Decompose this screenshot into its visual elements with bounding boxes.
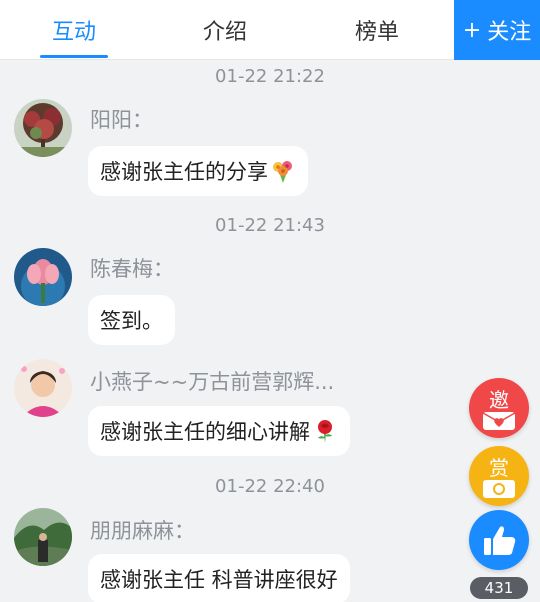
like-count-badge: 431 — [470, 577, 528, 599]
sender-nickname: 朋朋麻麻： — [90, 519, 195, 543]
like-button[interactable] — [469, 510, 529, 570]
message-timestamp: 01-22 21:22 — [215, 66, 325, 87]
chat-message-text: 感谢张主任的细心讲解 — [100, 420, 310, 444]
sender-nickname: 阳阳： — [90, 108, 153, 132]
avatar[interactable] — [14, 359, 72, 417]
plus-icon: + — [462, 17, 482, 43]
tab-introduction[interactable]: 介绍 — [150, 0, 300, 60]
chat-message-bubble: 签到。 — [88, 295, 175, 345]
tab-ranking-label: 榜单 — [354, 20, 399, 45]
tab-introduction-label: 介绍 — [202, 20, 247, 45]
avatar[interactable] — [14, 248, 72, 306]
avatar[interactable] — [14, 99, 72, 157]
sender-nickname: 小燕子~~万古前营郭辉... — [90, 370, 335, 394]
avatar-lotus-image — [14, 248, 72, 306]
chat-message-bubble: 感谢张主任的分享 — [88, 146, 308, 196]
rose-emoji-icon — [312, 418, 338, 444]
chat-message-text: 感谢张主任的分享 — [100, 160, 268, 184]
follow-button-label: 关注 — [487, 20, 532, 45]
avatar-tree-image — [14, 99, 72, 157]
active-tab-indicator — [40, 55, 108, 58]
thumbs-up-icon — [484, 526, 516, 555]
tab-interaction-label: 互动 — [51, 20, 96, 45]
chat-message-bubble: 感谢张主任 科普讲座很好 — [88, 554, 350, 602]
tab-ranking[interactable]: 榜单 — [302, 0, 452, 60]
tab-interaction[interactable]: 互动 — [0, 0, 148, 60]
invite-button[interactable]: 邀 — [469, 378, 529, 438]
chat-message-text: 感谢张主任 科普讲座很好 — [100, 568, 338, 592]
envelope-heart-icon — [482, 412, 516, 430]
follow-button[interactable]: + 关注 — [454, 0, 540, 60]
sender-nickname: 陈春梅： — [90, 257, 174, 281]
coin-box-icon — [483, 480, 515, 498]
avatar-landscape-image — [14, 508, 72, 566]
chat-message-bubble: 感谢张主任的细心讲解 — [88, 406, 350, 456]
avatar-person-image — [14, 359, 72, 417]
avatar[interactable] — [14, 508, 72, 566]
bouquet-emoji-icon — [270, 158, 296, 184]
top-tab-bar: 互动 介绍 榜单 + 关注 — [0, 0, 540, 60]
reward-button[interactable]: 赏 — [469, 446, 529, 506]
message-timestamp: 01-22 22:40 — [215, 476, 325, 497]
chat-message-text: 签到。 — [100, 309, 163, 333]
message-timestamp: 01-22 21:43 — [215, 215, 325, 236]
